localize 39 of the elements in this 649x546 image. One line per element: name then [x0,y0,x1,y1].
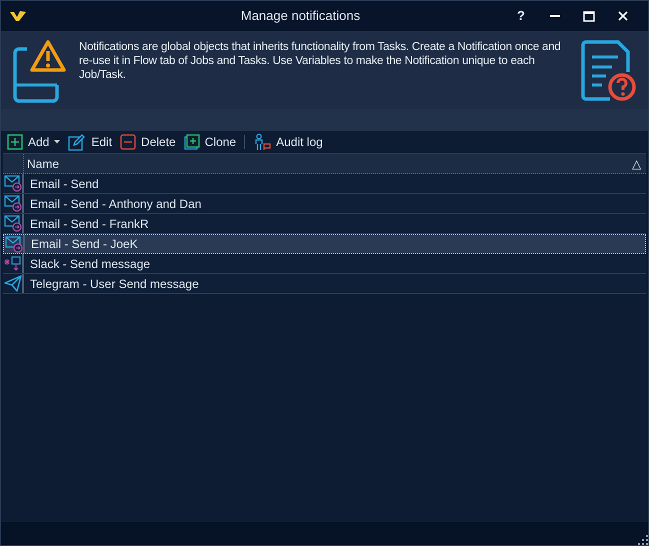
row-name: Email - Send - FrankR [29,216,149,232]
banner-text: Notifications are global objects that inherits functionality from Tasks. Create a Notification once and re-use it in Flow tab of Jobs and Tasks. Use Variables to make the Notification unique to each Job/Task. [79,40,562,82]
person-flag-icon [253,133,272,151]
row-name: Email - Send - Anthony and Dan [29,196,202,212]
delete-button[interactable]: Delete [120,133,176,151]
window-title: Manage notifications [240,7,362,26]
slack-icon [4,255,22,272]
mail-icon [4,215,22,232]
clone-button[interactable]: Clone [184,133,236,151]
mail-icon [4,236,22,252]
maximize-icon [583,10,595,22]
row-name: Email - Send [29,176,99,192]
row-name: Email - Send - JoeK [30,236,138,253]
logo-icon [9,10,27,22]
table-row[interactable]: Email - Send [3,174,646,194]
dropdown-caret-icon [54,140,60,144]
table-row[interactable]: Email - Send - FrankR [3,214,646,234]
close-icon [618,11,628,21]
delete-icon [120,134,136,150]
sort-indicator: △ [632,156,642,172]
resize-grip-icon [638,535,648,545]
phone-warning-icon [13,39,67,103]
row-name: Telegram - User Send message [29,276,199,292]
mail-icon [4,195,22,212]
table-row[interactable]: Email - Send - JoeK [3,234,646,254]
edit-button[interactable]: Edit [68,133,112,151]
paper-plane-icon [4,275,22,292]
minimize-icon [550,15,560,17]
add-button[interactable]: Add [7,133,60,151]
table-row[interactable]: Telegram - User Send message [3,274,646,294]
mail-icon [4,175,22,192]
row-name: Slack - Send message [29,256,150,272]
clone-icon [184,134,200,150]
table-row[interactable]: Slack - Send message [3,254,646,274]
table-row[interactable]: Email - Send - Anthony and Dan [3,194,646,214]
document-question-icon [580,39,636,103]
add-icon [7,134,23,150]
audit-log-button[interactable]: Audit log [253,133,323,151]
help-button[interactable]: ? [504,6,538,26]
